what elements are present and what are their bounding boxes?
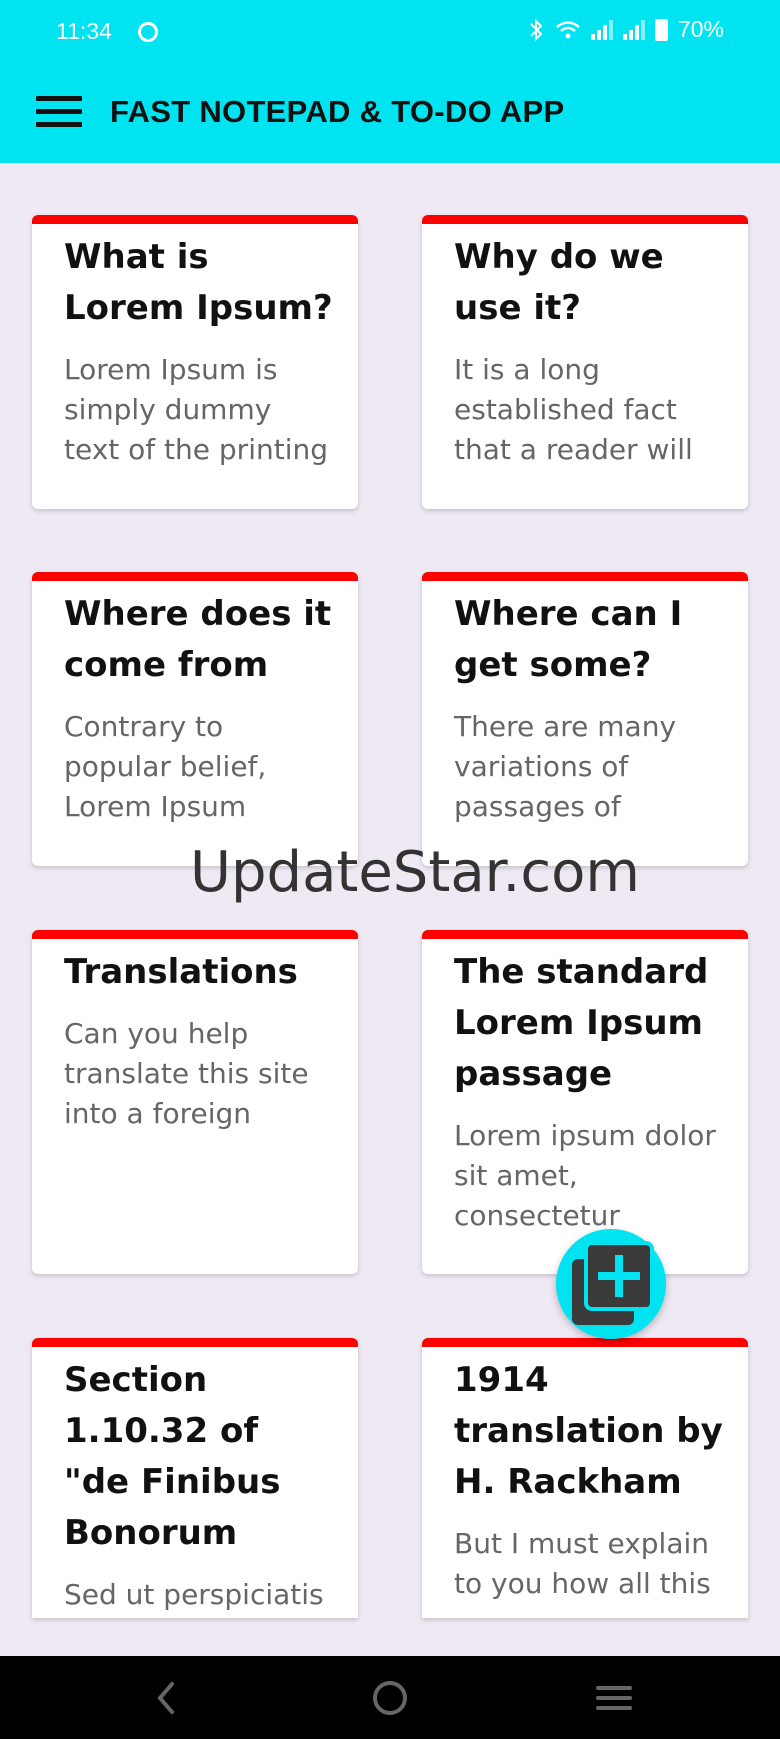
sync-icon <box>138 22 158 42</box>
note-card[interactable]: Why do we use it? It is a long establish… <box>422 215 748 509</box>
status-time: 11:34 <box>56 18 112 44</box>
recents-icon <box>596 1686 632 1710</box>
note-title: Where can I get some? <box>454 594 683 685</box>
note-preview: But I must explain to you how all this <box>454 1527 711 1600</box>
home-icon <box>373 1681 407 1715</box>
battery-icon <box>654 18 668 41</box>
note-preview: Sed ut perspiciatis unde omnis <box>64 1578 324 1611</box>
add-note-button[interactable] <box>556 1229 666 1339</box>
note-card[interactable]: 1914 translation by H. Rackham But I mus… <box>422 1338 748 1618</box>
note-preview: It is a long established fact that a rea… <box>454 353 693 466</box>
status-icons: 70% <box>527 16 724 43</box>
add-note-icon <box>572 1241 654 1325</box>
back-button[interactable] <box>138 1672 194 1724</box>
note-title: Section 1.10.32 of "de Finibus Bonorum <box>64 1360 281 1553</box>
note-title: The standard Lorem Ipsum passage <box>454 952 709 1094</box>
note-card[interactable]: Translations Can you help translate this… <box>32 930 358 1274</box>
note-card[interactable]: Where can I get some? There are many var… <box>422 572 748 866</box>
wifi-icon <box>556 20 580 38</box>
note-title: What is Lorem Ipsum? <box>64 237 333 328</box>
note-title: Why do we use it? <box>454 237 664 328</box>
note-title: Translations <box>64 952 298 992</box>
back-icon <box>157 1682 174 1714</box>
note-preview: There are many variations of passages of <box>454 710 677 823</box>
note-title: 1914 translation by H. Rackham <box>454 1360 723 1502</box>
app-bar: FAST NOTEPAD & TO-DO APP <box>0 64 780 163</box>
status-bar: 11:34 70% <box>0 0 780 64</box>
note-title: Where does it come from <box>64 594 332 685</box>
recents-button[interactable] <box>586 1672 642 1724</box>
note-preview: Lorem ipsum dolor sit amet, consectetur <box>454 1119 716 1232</box>
app-title: FAST NOTEPAD & TO-DO APP <box>110 94 565 129</box>
bluetooth-icon <box>530 18 543 41</box>
note-card[interactable]: Where does it come from Contrary to popu… <box>32 572 358 866</box>
home-button[interactable] <box>362 1672 418 1724</box>
note-preview: Lorem Ipsum is simply dummy text of the … <box>64 353 328 466</box>
note-card[interactable]: Section 1.10.32 of "de Finibus Bonorum S… <box>32 1338 358 1618</box>
note-preview: Can you help translate this site into a … <box>64 1017 309 1130</box>
menu-icon[interactable] <box>36 96 82 130</box>
note-preview: Contrary to popular belief, Lorem Ipsum <box>64 710 267 823</box>
note-card[interactable]: What is Lorem Ipsum? Lorem Ipsum is simp… <box>32 215 358 509</box>
watermark: UpdateStar.com <box>190 840 640 905</box>
system-nav-bar <box>0 1656 780 1739</box>
battery-percent: 70% <box>677 16 724 42</box>
note-card[interactable]: The standard Lorem Ipsum passage Lorem i… <box>422 930 748 1274</box>
signal-icon-2 <box>622 19 645 40</box>
signal-icon <box>590 19 613 40</box>
